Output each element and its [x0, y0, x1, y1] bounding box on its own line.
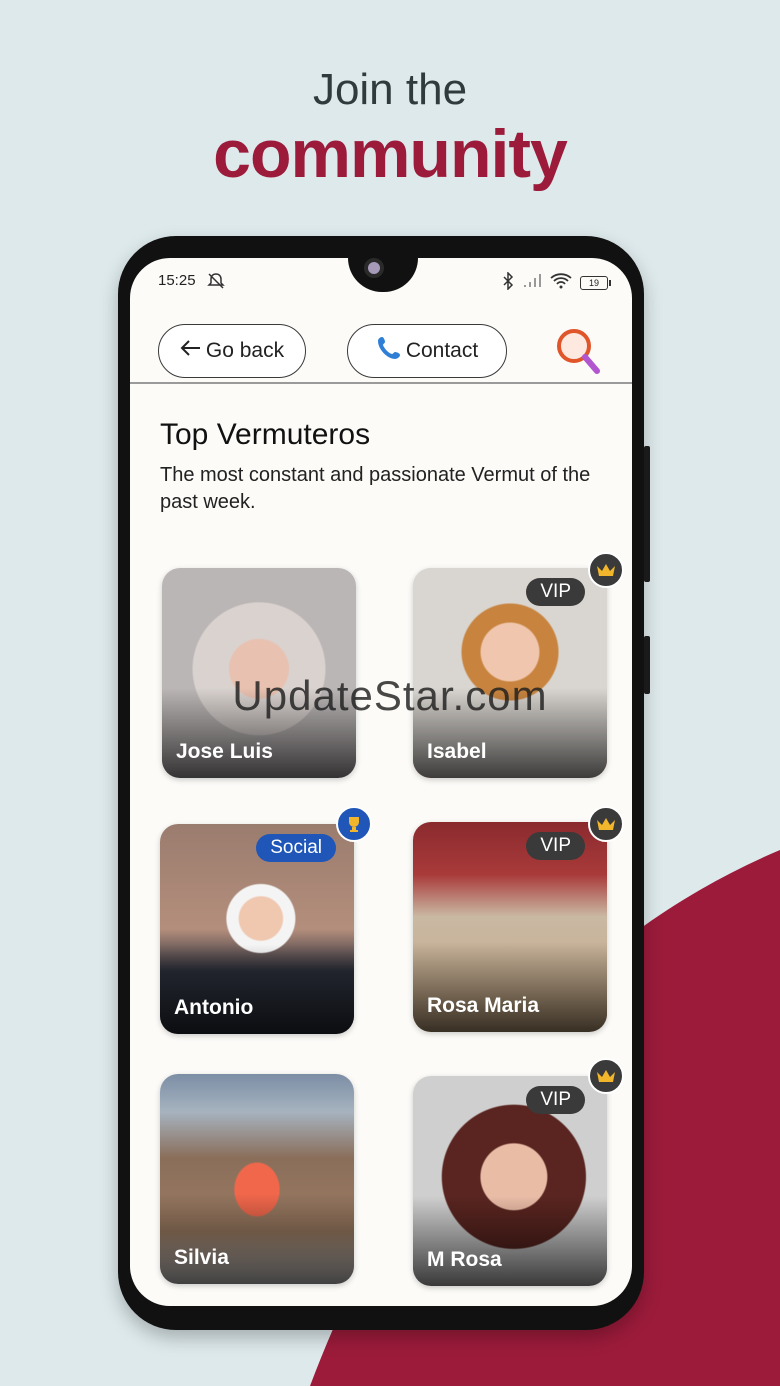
- contact-label: Contact: [405, 339, 479, 362]
- trophy-icon: [336, 806, 372, 842]
- signal-icon: [522, 273, 542, 293]
- headline-line2: community: [213, 116, 568, 192]
- crown-icon: [588, 552, 624, 588]
- profile-name: Isabel: [427, 740, 487, 763]
- profile-card[interactable]: Social Antonio: [160, 824, 354, 1034]
- section-subtitle: The most constant and passionate Vermut …: [160, 464, 591, 513]
- go-back-button[interactable]: Go back: [158, 324, 306, 378]
- profile-name: Antonio: [174, 996, 254, 1019]
- profile-name: Silvia: [174, 1246, 229, 1269]
- top-toolbar: Go back Contact: [130, 302, 632, 382]
- vip-tag: VIP: [526, 832, 585, 860]
- app-screen: 15:25 19 Go back Contact Top Vermuteros …: [130, 258, 632, 1306]
- volume-button: [644, 446, 650, 582]
- mute-bell-icon: [206, 271, 226, 295]
- go-back-label: Go back: [205, 339, 285, 362]
- promo-headline: Join the community: [0, 62, 780, 190]
- search-button[interactable]: [554, 326, 604, 378]
- phone-frame: 15:25 19 Go back Contact Top Vermuteros …: [118, 236, 650, 1330]
- vip-tag: VIP: [526, 578, 585, 606]
- bluetooth-icon: [502, 271, 514, 294]
- social-tag: Social: [256, 834, 336, 862]
- profile-card[interactable]: VIP M Rosa: [413, 1076, 607, 1286]
- battery-icon: 19: [580, 276, 611, 290]
- wifi-icon: [550, 273, 572, 293]
- profile-card[interactable]: Silvia: [160, 1074, 354, 1284]
- toolbar-divider: [130, 382, 632, 384]
- status-bar: 15:25 19: [158, 271, 611, 296]
- profile-card[interactable]: VIP Rosa Maria: [413, 822, 607, 1032]
- watermark: UpdateStar.com: [232, 672, 548, 719]
- arrow-left-icon: [180, 339, 202, 363]
- profile-name: M Rosa: [427, 1248, 502, 1271]
- profile-name: Rosa Maria: [427, 994, 540, 1017]
- magnifier-icon: [554, 329, 604, 382]
- profile-name: Jose Luis: [176, 740, 273, 763]
- section-title: Top Vermuteros: [160, 418, 371, 451]
- status-time: 15:25: [158, 272, 196, 289]
- contact-button[interactable]: Contact: [347, 324, 507, 378]
- phone-icon: [376, 335, 402, 367]
- crown-icon: [588, 806, 624, 842]
- vip-tag: VIP: [526, 1086, 585, 1114]
- headline-line1: Join the: [312, 65, 468, 114]
- crown-icon: [588, 1058, 624, 1094]
